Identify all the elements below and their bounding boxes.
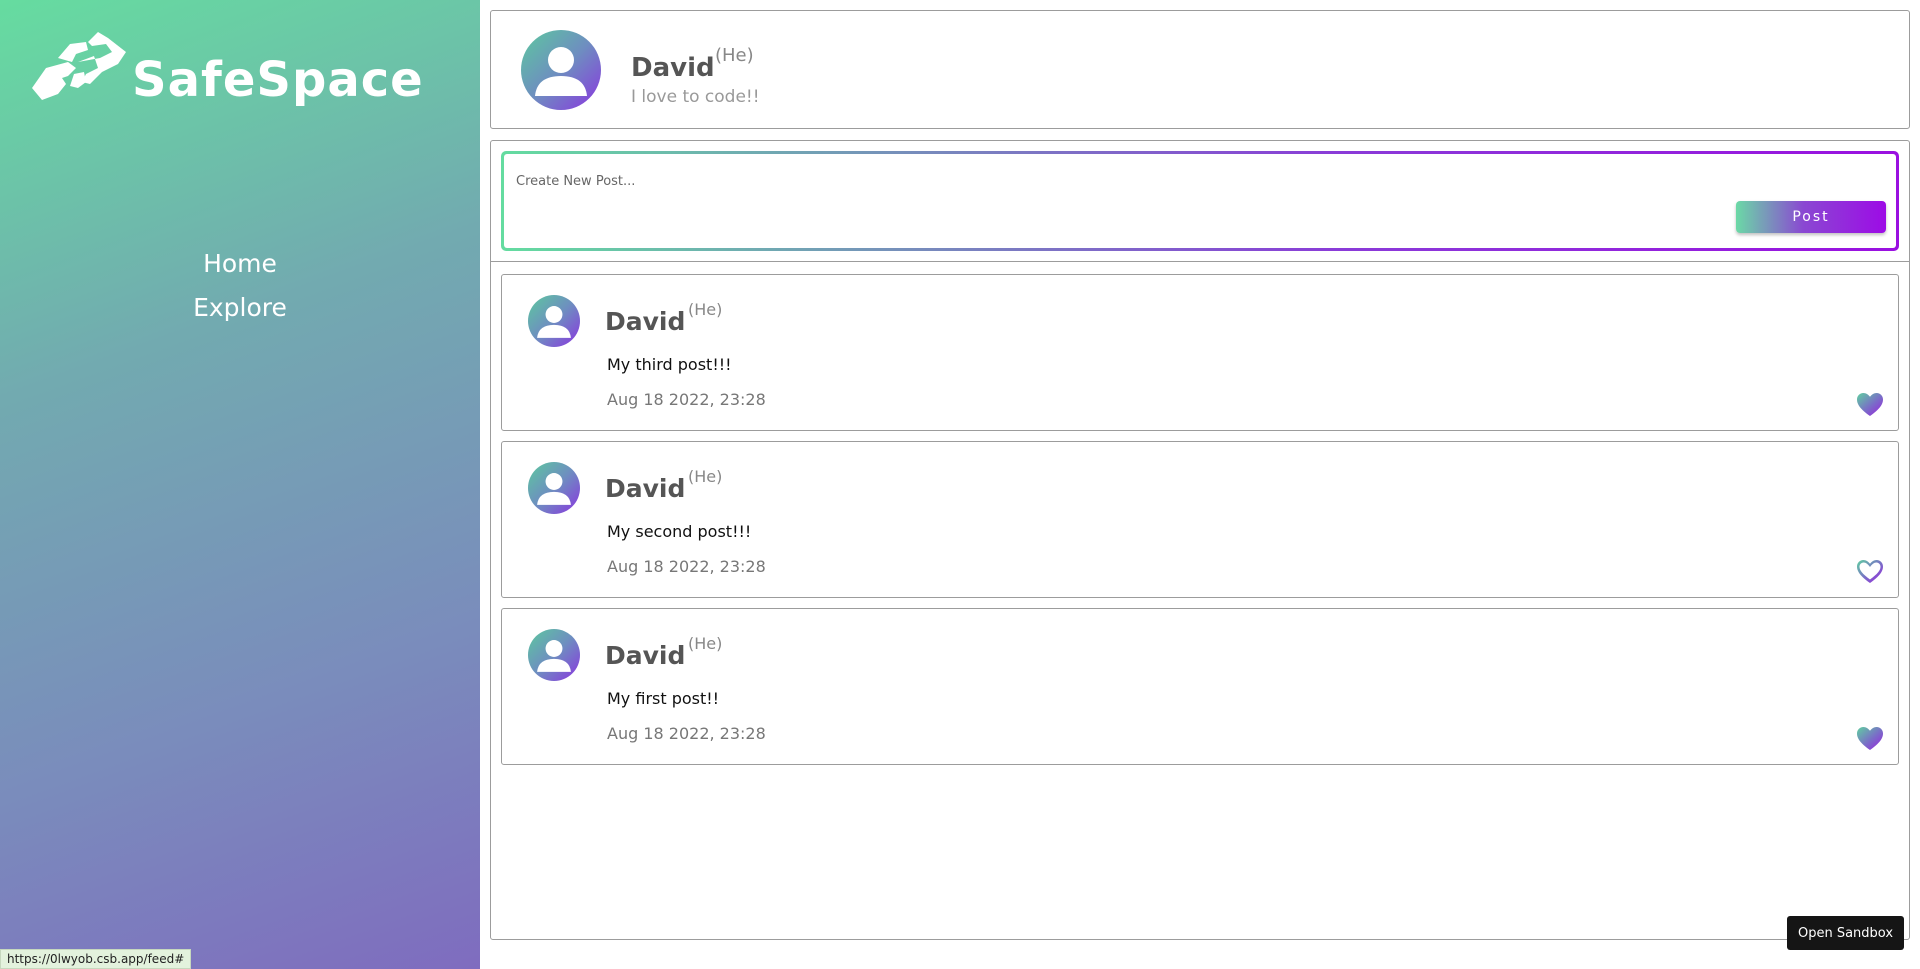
- post-text: My third post!!!: [607, 355, 732, 374]
- post-author: David: [605, 307, 686, 336]
- create-post-box: Post: [501, 151, 1899, 251]
- user-avatar-icon[interactable]: [528, 295, 580, 347]
- profile-card: David (He) I love to code!!: [490, 10, 1910, 129]
- post-author: David: [605, 474, 686, 503]
- feed-panel: Post David (He) My third post!!! Aug 18 …: [490, 140, 1910, 940]
- hands-logo-icon: [32, 32, 126, 100]
- post-date: Aug 18 2022, 23:28: [607, 557, 766, 576]
- post-pronoun: (He): [688, 300, 723, 319]
- post-card: David (He) My third post!!! Aug 18 2022,…: [501, 274, 1899, 431]
- heart-outline-icon[interactable]: [1856, 559, 1884, 585]
- nav-explore-link[interactable]: Explore: [193, 286, 287, 330]
- sidebar: SafeSpace Home Explore https://0lwyob.cs…: [0, 0, 480, 969]
- create-post-inner: Post: [504, 154, 1896, 248]
- status-bar-url: https://0lwyob.csb.app/feed#: [0, 949, 192, 969]
- post-text: My second post!!!: [607, 522, 752, 541]
- brand-name: SafeSpace: [132, 52, 424, 108]
- user-avatar-icon[interactable]: [528, 629, 580, 681]
- heart-filled-icon[interactable]: [1856, 392, 1884, 418]
- profile-bio: I love to code!!: [631, 87, 760, 107]
- heart-filled-icon[interactable]: [1856, 726, 1884, 752]
- post-author: David: [605, 641, 686, 670]
- post-card: David (He) My first post!! Aug 18 2022, …: [501, 608, 1899, 765]
- post-date: Aug 18 2022, 23:28: [607, 390, 766, 409]
- profile-pronoun: (He): [715, 45, 754, 66]
- post-pronoun: (He): [688, 634, 723, 653]
- nav-home-link[interactable]: Home: [203, 242, 277, 286]
- user-avatar-icon[interactable]: [521, 30, 601, 110]
- brand-logo[interactable]: SafeSpace: [28, 28, 424, 110]
- feed-divider: [491, 261, 1909, 262]
- post-button[interactable]: Post: [1736, 201, 1886, 233]
- profile-name: David: [631, 53, 715, 83]
- open-sandbox-button[interactable]: Open Sandbox: [1787, 916, 1904, 950]
- sidebar-nav: Home Explore: [0, 242, 480, 330]
- post-pronoun: (He): [688, 467, 723, 486]
- user-avatar-icon[interactable]: [528, 462, 580, 514]
- post-text: My first post!!: [607, 689, 720, 708]
- create-post-input[interactable]: [514, 166, 1614, 196]
- post-card: David (He) My second post!!! Aug 18 2022…: [501, 441, 1899, 598]
- post-date: Aug 18 2022, 23:28: [607, 724, 766, 743]
